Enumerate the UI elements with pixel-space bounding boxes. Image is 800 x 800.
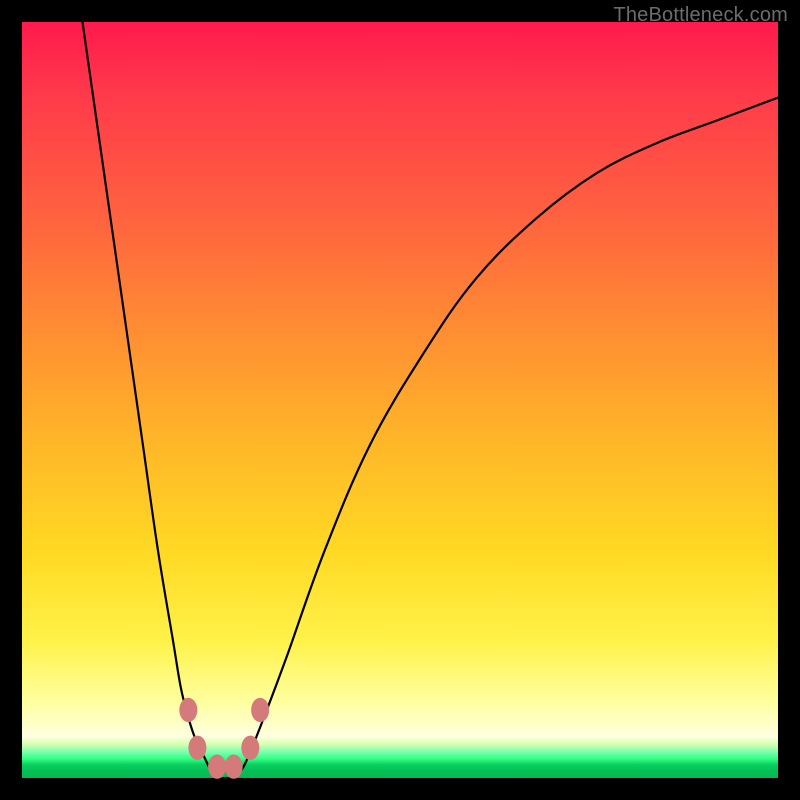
chart-frame	[22, 22, 778, 778]
curve-markers	[179, 698, 269, 779]
dot-left-upper	[179, 698, 197, 722]
dot-right-lower	[241, 736, 259, 760]
dot-right-upper	[251, 698, 269, 722]
dot-bottom-left	[208, 755, 226, 779]
dot-bottom-right	[225, 755, 243, 779]
chart-svg	[22, 22, 778, 778]
dot-left-lower	[188, 736, 206, 760]
bottleneck-curve	[82, 22, 778, 779]
